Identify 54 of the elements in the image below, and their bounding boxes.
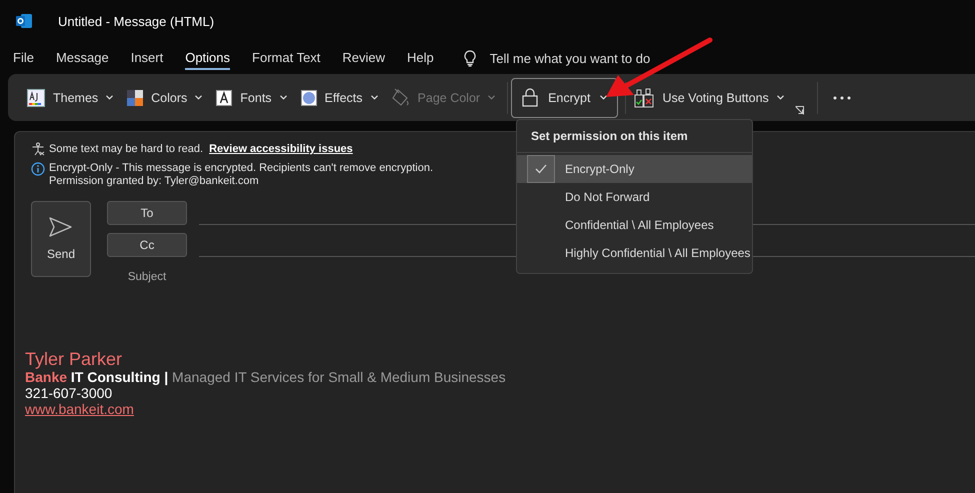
caret-icon (370, 95, 378, 100)
caret-icon (106, 95, 114, 100)
signature-phone: 321-607-3000 (25, 385, 114, 401)
fonts-icon (216, 90, 232, 106)
menu-item[interactable]: Do Not Forward (517, 183, 752, 211)
effects-button[interactable]: Effects (296, 78, 383, 118)
send-button[interactable]: Send (31, 201, 91, 277)
subject-label: Subject (126, 271, 168, 283)
accessibility-message: Some text may be hard to read. (49, 143, 204, 155)
caret-icon (776, 95, 784, 100)
tell-me-search-field[interactable]: Tell me what you want to do (490, 50, 650, 66)
to-button[interactable]: To (107, 201, 187, 225)
voting-icon (634, 88, 654, 108)
menu-tab[interactable]: Message (56, 46, 109, 70)
caret-icon (488, 95, 496, 100)
app-logo-icon (16, 13, 32, 29)
dialog-launcher-icon[interactable] (794, 106, 804, 115)
menu-tab[interactable]: Review (342, 46, 386, 70)
signature-name: Tyler Parker (25, 349, 124, 369)
encryption-message: Encrypt-Only - This message is encrypted. Recipients can't remove encryption. (49, 162, 434, 174)
review-accessibility-link[interactable]: Review accessibility issues (209, 143, 353, 155)
cc-button[interactable]: Cc (107, 233, 187, 257)
menu-tab[interactable]: File (13, 46, 34, 70)
colors-button[interactable]: Colors (122, 78, 208, 118)
encrypt-button[interactable]: Encrypt (511, 78, 618, 118)
window-title: Untitled - Message (HTML) (58, 14, 214, 28)
caret-icon (195, 95, 202, 100)
lock-icon (522, 88, 538, 107)
signature-website-link[interactable]: www.bankeit.com (25, 401, 134, 417)
info-icon (31, 162, 45, 176)
themes-icon (27, 88, 45, 106)
menu-tab[interactable]: Format Text (252, 46, 320, 70)
menu-tab[interactable]: Options (185, 46, 230, 70)
fonts-button[interactable]: Fonts (211, 78, 292, 118)
menu-heading: Set permission on this item (517, 120, 752, 153)
caret-icon (280, 95, 287, 100)
paint-bucket-icon (392, 88, 410, 108)
menu-item[interactable]: Encrypt-Only (517, 155, 752, 183)
menu-item[interactable]: Highly Confidential \ All Employees (517, 239, 752, 267)
effects-icon (300, 90, 317, 106)
permission-message: Permission granted by: Tyler@bankeit.com (49, 175, 260, 187)
menu-tab[interactable]: Help (407, 46, 434, 70)
checkmark-icon (527, 155, 555, 183)
caret-icon (600, 95, 608, 100)
menu-item[interactable]: Confidential \ All Employees (517, 211, 752, 239)
accessibility-icon (31, 142, 45, 156)
voting-button[interactable]: Use Voting Buttons (629, 78, 789, 118)
lightbulb-icon (464, 50, 476, 66)
more-options-icon[interactable] (832, 96, 851, 100)
colors-icon (127, 90, 144, 106)
send-icon (49, 217, 73, 237)
signature-tagline: Banke IT Consulting | Managed IT Services for Small & Medium Businesses (25, 369, 507, 385)
menu-tab[interactable]: Insert (130, 46, 164, 70)
themes-button[interactable]: Themes (22, 78, 118, 118)
